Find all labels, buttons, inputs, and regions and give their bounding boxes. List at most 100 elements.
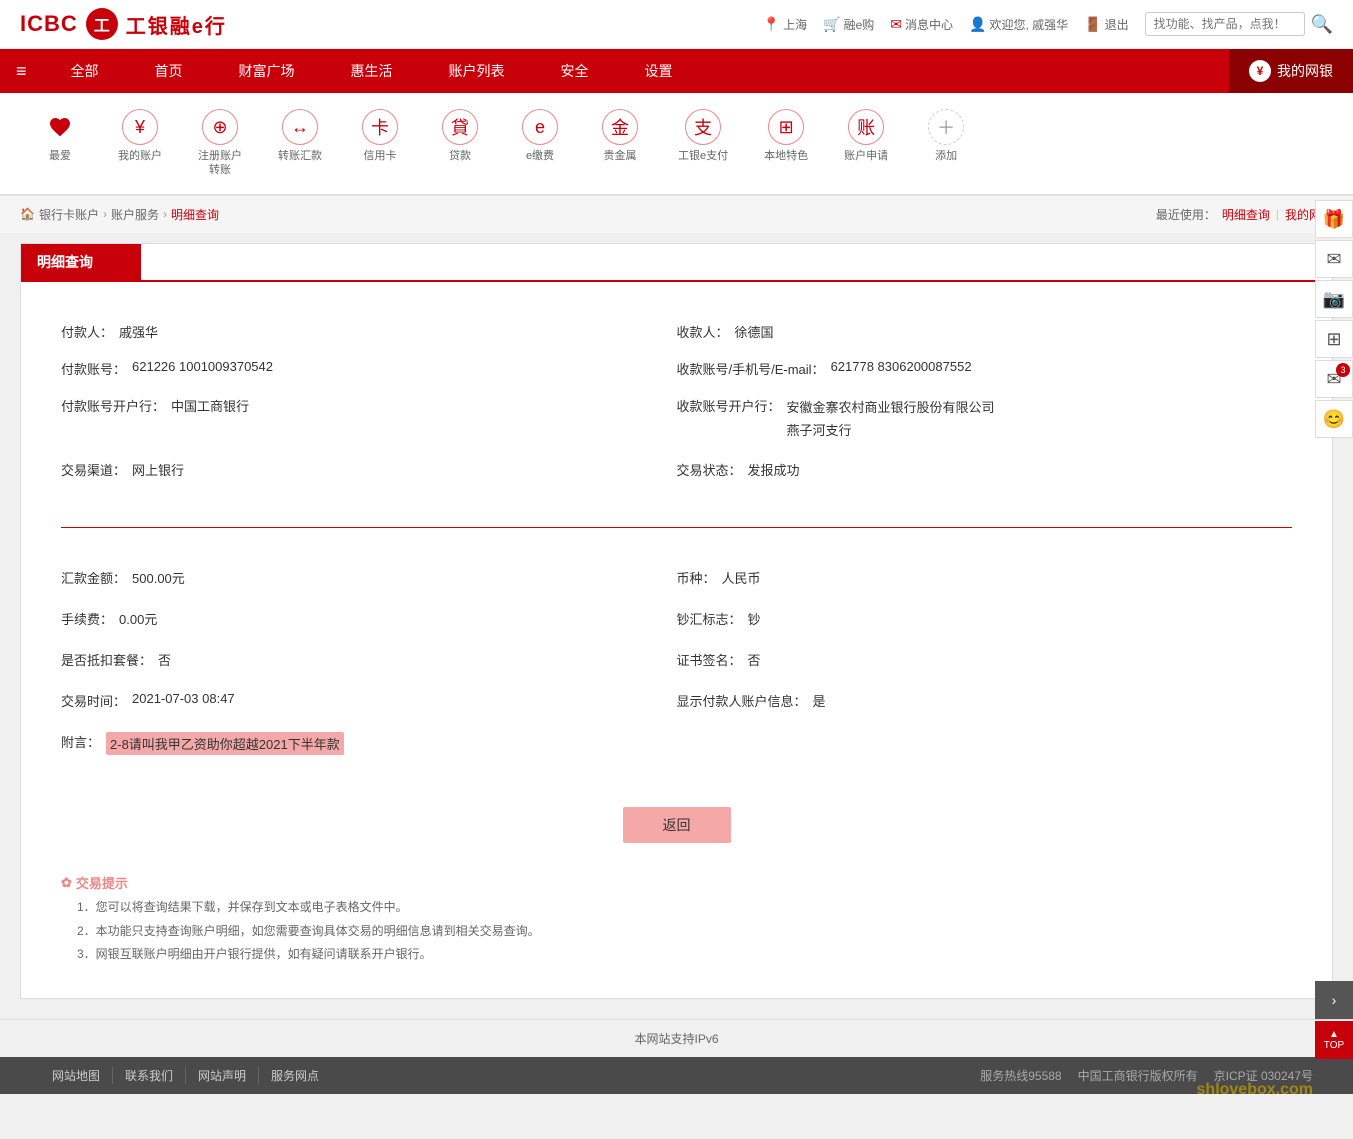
quick-item-myaccount[interactable]: ¥ 我的账户 xyxy=(100,103,180,169)
deduct-value: 否 xyxy=(158,650,171,669)
fee-col: 手续费： 0.00元 xyxy=(61,609,677,628)
currency-label: 币种： xyxy=(677,568,716,587)
payee-bank-col: 收款账号开户行： 安徽金寨农村商业银行股份有限公司燕子河支行 xyxy=(677,396,1293,443)
myaccount-icon: ¥ xyxy=(122,109,158,145)
top-label: TOP xyxy=(1324,1040,1344,1051)
location-item[interactable]: 📍 上海 xyxy=(763,16,807,33)
exit-item[interactable]: 🚪 退出 xyxy=(1084,16,1128,33)
exit-label: 退出 xyxy=(1105,16,1129,33)
quick-add-label: 添加 xyxy=(935,149,957,163)
cart-icon: 🛒 xyxy=(823,16,840,33)
return-btn-wrap: 返回 xyxy=(61,807,1292,843)
show-payer-value: 是 xyxy=(813,691,826,710)
footer-link-outlets[interactable]: 服务网点 xyxy=(259,1067,331,1084)
amount-col: 汇款金额： 500.00元 xyxy=(61,568,677,587)
breadcrumb-link-service[interactable]: 账户服务 xyxy=(111,206,159,223)
cart-item[interactable]: 🛒 融e购 xyxy=(823,16,874,33)
quick-item-creditcard[interactable]: 卡 信用卡 xyxy=(340,103,420,169)
currency-col: 币种： 人民币 xyxy=(677,568,1293,587)
quick-item-fav[interactable]: 最爱 xyxy=(20,103,100,169)
user-label: 欢迎您, 戚强华 xyxy=(989,16,1068,33)
breadcrumb-bar: 🏠 银行卡账户 › 账户服务 › 明细查询 最近使用： 明细查询 | 我的网银 xyxy=(0,196,1353,233)
nav-item-life[interactable]: 惠生活 xyxy=(323,49,421,93)
payer-account-col: 付款账号： 621226 1001009370542 xyxy=(61,359,677,378)
scroll-top-btn[interactable]: ▲ TOP xyxy=(1315,1021,1353,1059)
nav-item-wealth[interactable]: 财富广场 xyxy=(211,49,323,93)
sidebar-gift-btn[interactable]: 🎁 xyxy=(1315,200,1353,238)
detail-card: 明细查询 付款人： 戚强华 收款人： 徐德国 xyxy=(20,243,1333,999)
quick-item-loan[interactable]: 貸 贷款 xyxy=(420,103,500,169)
ipv6-text: 本网站支持IPv6 xyxy=(634,1032,718,1046)
scroll-right-btn[interactable]: › xyxy=(1315,981,1353,1019)
nav-item-settings[interactable]: 设置 xyxy=(617,49,701,93)
quick-local-label: 本地特色 xyxy=(764,149,808,163)
quick-item-apply[interactable]: 账 账户申请 xyxy=(826,103,906,169)
tip-item-3: 3．网银互联账户明细由开户银行提供，如有疑问请联系开户银行。 xyxy=(77,945,1292,964)
tip-item-1: 1．您可以将查询结果下载，并保存到文本或电子表格文件中。 xyxy=(77,898,1292,917)
time-showpayer-row: 交易时间： 2021-07-03 08:47 显示付款人账户信息： 是 xyxy=(61,691,1292,710)
sidebar-send-btn[interactable]: ✉ xyxy=(1315,240,1353,278)
time-label: 交易时间： xyxy=(61,691,126,710)
status-col: 交易状态： 发报成功 xyxy=(677,460,1293,479)
breadcrumb-link-bank[interactable]: 银行卡账户 xyxy=(39,206,99,223)
nav-item-security[interactable]: 安全 xyxy=(533,49,617,93)
footer-ipv6: 本网站支持IPv6 xyxy=(0,1019,1353,1057)
return-button[interactable]: 返回 xyxy=(623,807,731,843)
detail-content: 付款人： 戚强华 收款人： 徐德国 付款账号： 621226 100100937… xyxy=(21,282,1332,998)
quick-apply-label: 账户申请 xyxy=(844,149,888,163)
wallet-icon: ¥ xyxy=(1249,60,1271,82)
card-header: 明细查询 xyxy=(21,244,141,280)
content-wrap: 明细查询 付款人： 戚强华 收款人： 徐德国 xyxy=(0,233,1353,1019)
quick-item-epay[interactable]: e e缴费 xyxy=(500,103,580,169)
amount-label: 汇款金额： xyxy=(61,568,126,587)
home-icon: 🏠 xyxy=(20,207,35,221)
nav-item-accounts[interactable]: 账户列表 xyxy=(421,49,533,93)
register-icon: ⊕ xyxy=(202,109,238,145)
user-item[interactable]: 👤 欢迎您, 戚强华 xyxy=(969,16,1068,33)
heart-icon xyxy=(42,109,78,145)
quick-item-gold[interactable]: 金 贵金属 xyxy=(580,103,660,169)
payer-bank-col: 付款账号开户行： 中国工商银行 xyxy=(61,396,677,443)
search-input[interactable] xyxy=(1145,12,1305,36)
card-header-bar: 明细查询 xyxy=(21,244,1332,282)
quick-creditcard-label: 信用卡 xyxy=(364,149,397,163)
payer-bank-label: 付款账号开户行： xyxy=(61,396,165,415)
cert-value: 否 xyxy=(748,650,761,669)
sidebar-scan-btn[interactable]: ⊞ xyxy=(1315,320,1353,358)
msg-icon: ✉ xyxy=(890,16,902,33)
quick-myaccount-label: 我的账户 xyxy=(118,149,162,163)
nav-item-mybank[interactable]: ¥ 我的网银 xyxy=(1229,49,1353,93)
quick-item-payment[interactable]: 支 工银e支付 xyxy=(660,103,746,169)
footer-link-disclaimer[interactable]: 网站声明 xyxy=(186,1067,259,1084)
sidebar-camera-btn[interactable]: 📷 xyxy=(1315,280,1353,318)
footer-link-contact[interactable]: 联系我们 xyxy=(113,1067,186,1084)
footer-link-sitemap[interactable]: 网站地图 xyxy=(40,1067,113,1084)
sidebar-face-btn[interactable]: 😊 xyxy=(1315,400,1353,438)
nav-item-all[interactable]: 全部 xyxy=(43,49,127,93)
show-payer-label: 显示付款人账户信息： xyxy=(677,691,807,710)
sun-icon: ✿ xyxy=(61,875,72,891)
quick-item-transfer[interactable]: ↔ 转账汇款 xyxy=(260,103,340,169)
main-nav: ≡ 全部 首页 财富广场 惠生活 账户列表 安全 设置 ¥ 我的网银 xyxy=(0,49,1353,93)
quick-item-add[interactable]: ＋ 添加 xyxy=(906,103,986,169)
footer-copyright: 中国工商银行版权所有 xyxy=(1078,1067,1198,1084)
search-button[interactable]: 🔍 xyxy=(1311,14,1333,35)
quick-gold-label: 贵金属 xyxy=(604,149,637,163)
recent-link-detail[interactable]: 明细查询 xyxy=(1222,206,1270,223)
footer-nav: 网站地图 联系我们 网站声明 服务网点 服务热线95588 中国工商银行版权所有… xyxy=(0,1057,1353,1094)
watermark: shlovebox.com xyxy=(1197,1081,1313,1099)
nav-menu-icon[interactable]: ≡ xyxy=(0,61,43,82)
tips-list: 1．您可以将查询结果下载，并保存到文本或电子表格文件中。 2．本功能只支持查询账… xyxy=(61,898,1292,964)
msg-item[interactable]: ✉ 消息中心 xyxy=(890,16,953,33)
section-divider xyxy=(61,527,1292,528)
add-icon: ＋ xyxy=(928,109,964,145)
sidebar-msg-btn[interactable]: ✉ 3 xyxy=(1315,360,1353,398)
quick-item-register[interactable]: ⊕ 注册账户转账 xyxy=(180,103,260,184)
payee-account-label: 收款账号/手机号/E-mail： xyxy=(677,359,825,378)
status-label: 交易状态： xyxy=(677,460,742,479)
epay-icon: e xyxy=(522,109,558,145)
quick-item-local[interactable]: ⊞ 本地特色 xyxy=(746,103,826,169)
deduct-cert-row: 是否抵扣套餐： 否 证书签名： 否 xyxy=(61,650,1292,669)
nav-item-home[interactable]: 首页 xyxy=(127,49,211,93)
exit-icon: 🚪 xyxy=(1084,16,1101,33)
